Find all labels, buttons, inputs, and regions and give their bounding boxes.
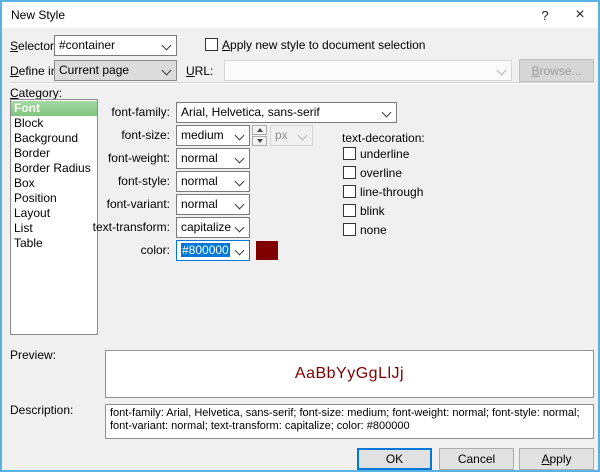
font-style-label: font-style: xyxy=(62,174,170,189)
font-variant-value: normal xyxy=(181,197,218,211)
browse-button: Browse... xyxy=(519,59,594,82)
description-label: Description: xyxy=(10,403,73,418)
separator xyxy=(10,82,594,84)
blink-label: blink xyxy=(360,204,385,218)
line-through-label: line-through xyxy=(360,185,423,199)
preview-sample-text: AaBbYyGgLlJj xyxy=(295,365,404,383)
browse-button-label: Browse... xyxy=(531,64,581,78)
font-variant-combobox[interactable]: normal xyxy=(176,194,250,215)
selector-value: #container xyxy=(59,38,115,52)
arrow-up-icon xyxy=(257,128,263,132)
chevron-down-icon xyxy=(162,41,172,51)
spinner-up-button[interactable] xyxy=(252,125,267,135)
text-decoration-label: text-decoration: xyxy=(342,131,425,146)
apply-button[interactable]: Apply xyxy=(519,448,594,470)
color-swatch[interactable] xyxy=(256,241,278,260)
dialog-title: New Style xyxy=(11,8,65,22)
preview-box: AaBbYyGgLlJj xyxy=(105,350,594,398)
font-weight-label: font-weight: xyxy=(62,151,170,166)
font-weight-value: normal xyxy=(181,151,218,165)
cancel-button[interactable]: Cancel xyxy=(439,448,514,470)
checkbox-icon[interactable] xyxy=(343,147,356,160)
blink-checkbox-row[interactable]: blink xyxy=(343,203,385,218)
chevron-down-icon xyxy=(235,223,245,233)
font-size-combobox[interactable]: medium xyxy=(176,125,250,146)
help-icon[interactable]: ? xyxy=(530,4,560,26)
new-style-dialog: New Style ? × Selector: #container Apply… xyxy=(0,0,600,472)
chevron-down-icon xyxy=(497,66,507,76)
font-family-combobox[interactable]: Arial, Helvetica, sans-serif xyxy=(176,102,397,123)
selector-label: Selector: xyxy=(10,39,57,54)
text-transform-combobox[interactable]: capitalize xyxy=(176,217,250,238)
cancel-button-label: Cancel xyxy=(458,452,495,466)
ok-button-label: OK xyxy=(386,452,403,466)
title-bar: New Style ? × xyxy=(2,2,598,28)
url-combobox xyxy=(224,60,512,81)
none-label: none xyxy=(360,223,387,237)
font-family-label: font-family: xyxy=(62,105,170,120)
font-weight-combobox[interactable]: normal xyxy=(176,148,250,169)
define-in-value: Current page xyxy=(59,63,129,77)
font-size-stepper[interactable] xyxy=(252,125,267,146)
description-box: font-family: Arial, Helvetica, sans-seri… xyxy=(105,404,594,439)
ok-button[interactable]: OK xyxy=(357,448,432,470)
font-size-unit-value: px xyxy=(275,128,288,142)
checkbox-icon[interactable] xyxy=(343,223,356,236)
chevron-down-icon xyxy=(235,177,245,187)
apply-button-label: Apply xyxy=(541,452,571,466)
apply-style-checkbox-label: Apply new style to document selection xyxy=(222,38,425,52)
underline-label: underline xyxy=(360,147,409,161)
color-label: color: xyxy=(62,243,170,258)
chevron-down-icon xyxy=(162,66,172,76)
font-size-unit-combobox: px xyxy=(270,125,313,146)
text-transform-label: text-transform: xyxy=(62,220,170,235)
checkbox-icon[interactable] xyxy=(343,204,356,217)
font-family-value: Arial, Helvetica, sans-serif xyxy=(181,105,320,119)
chevron-down-icon xyxy=(235,154,245,164)
chevron-down-icon xyxy=(235,131,245,141)
preview-label: Preview: xyxy=(10,348,56,363)
close-icon[interactable]: × xyxy=(565,4,595,26)
chevron-down-icon xyxy=(298,131,308,141)
font-size-label: font-size: xyxy=(62,128,170,143)
font-size-value: medium xyxy=(181,128,224,142)
url-label: URL: xyxy=(186,64,213,79)
checkbox-icon[interactable] xyxy=(343,185,356,198)
chevron-down-icon xyxy=(235,200,245,210)
overline-label: overline xyxy=(360,166,402,180)
color-value: #800000 xyxy=(181,243,230,257)
apply-style-checkbox-row[interactable]: Apply new style to document selection xyxy=(205,37,425,52)
selector-combobox[interactable]: #container xyxy=(54,35,177,56)
line-through-checkbox-row[interactable]: line-through xyxy=(343,184,423,199)
overline-checkbox-row[interactable]: overline xyxy=(343,165,402,180)
color-combobox[interactable]: #800000 xyxy=(176,240,250,261)
font-style-value: normal xyxy=(181,174,218,188)
checkbox-icon[interactable] xyxy=(205,38,218,51)
text-transform-value: capitalize xyxy=(181,220,231,234)
underline-checkbox-row[interactable]: underline xyxy=(343,146,409,161)
font-style-combobox[interactable]: normal xyxy=(176,171,250,192)
font-variant-label: font-variant: xyxy=(62,197,170,212)
chevron-down-icon xyxy=(382,108,392,118)
arrow-down-icon xyxy=(257,139,263,143)
none-checkbox-row[interactable]: none xyxy=(343,222,387,237)
spinner-down-button[interactable] xyxy=(252,136,267,146)
chevron-down-icon xyxy=(235,246,245,256)
define-in-combobox[interactable]: Current page xyxy=(54,60,177,81)
checkbox-icon[interactable] xyxy=(343,166,356,179)
